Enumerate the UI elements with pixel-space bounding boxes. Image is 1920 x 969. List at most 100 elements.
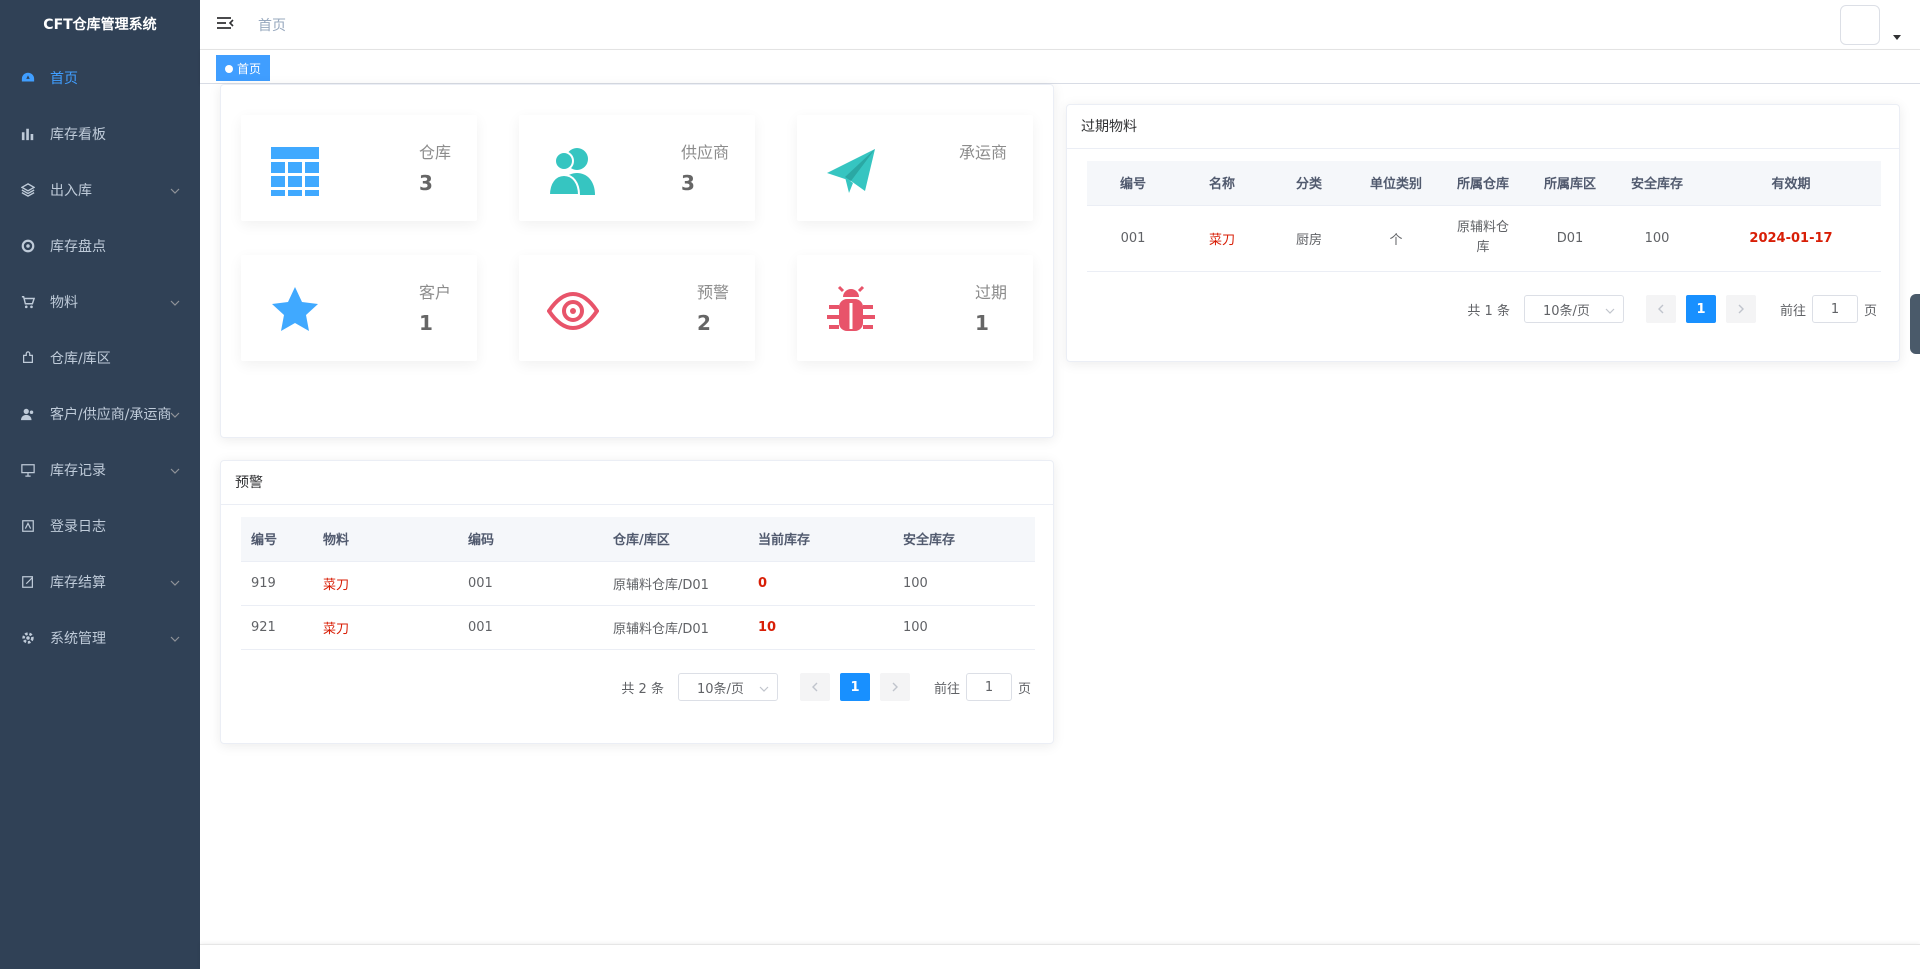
stat-customer[interactable]: 客户 1 xyxy=(241,255,477,361)
avatar[interactable] xyxy=(1840,5,1880,45)
sidebar-item-in-out[interactable]: 出入库 xyxy=(0,162,200,218)
sidebar-item-label: 库存看板 xyxy=(50,127,106,143)
people-icon xyxy=(547,145,599,197)
column-header[interactable]: 所属仓库 xyxy=(1439,161,1527,206)
column-header[interactable]: 编号 xyxy=(1087,161,1179,206)
stat-value: 1 xyxy=(418,311,433,335)
next-page-button[interactable] xyxy=(1725,295,1756,323)
sidebar-item-inventory-board[interactable]: 库存看板 xyxy=(0,106,200,162)
bug-icon xyxy=(825,285,877,337)
cell-id: 921 xyxy=(241,605,313,650)
pagination-total: 共 2 条 xyxy=(621,681,664,697)
sidebar-item-settlement[interactable]: 库存结算 xyxy=(0,554,200,610)
sidebar-item-label: 库存记录 xyxy=(50,463,106,479)
card-title: 过期物料 xyxy=(1067,105,1899,149)
star-icon xyxy=(269,285,321,337)
table-row[interactable]: 919 菜刀 001 原辅料仓库/D01 0 100 xyxy=(241,561,1035,606)
prev-page-button[interactable] xyxy=(799,673,830,701)
stat-value: 3 xyxy=(680,171,695,195)
sidebar-item-warehouse[interactable]: 仓库/库区 xyxy=(0,330,200,386)
cell-code: 001 xyxy=(458,605,603,650)
goto-suffix: 页 xyxy=(1863,303,1877,319)
next-page-button[interactable] xyxy=(879,673,910,701)
column-header[interactable]: 物料 xyxy=(313,517,458,562)
caret-down-icon[interactable] xyxy=(1892,30,1902,46)
chevron-down-icon xyxy=(170,464,180,480)
page-size-select[interactable]: 10条/页 xyxy=(677,673,778,701)
sidebar-item-stock-records[interactable]: 库存记录 xyxy=(0,442,200,498)
column-header[interactable]: 名称 xyxy=(1179,161,1265,206)
cell-area: D01 xyxy=(1527,205,1613,272)
current-page-button[interactable]: 1 xyxy=(839,673,870,701)
column-header[interactable]: 有效期 xyxy=(1701,161,1881,206)
cell-id: 919 xyxy=(241,561,313,606)
stat-carrier[interactable]: 承运商 xyxy=(797,115,1033,221)
side-widget-handle[interactable] xyxy=(1910,294,1920,354)
chevron-down-icon xyxy=(170,408,180,424)
warning-pagination: 共 2 条 10条/页 1 前往 页 xyxy=(621,673,1031,701)
column-header[interactable]: 单位类别 xyxy=(1353,161,1439,206)
warning-table: 编号 物料 编码 仓库/库区 当前库存 安全库存 919 菜刀 001 原辅料仓… xyxy=(241,517,1035,650)
page-size-select[interactable]: 10条/页 xyxy=(1523,295,1624,323)
page-size-value: 10条/页 xyxy=(696,681,744,697)
sidebar-item-label: 系统管理 xyxy=(50,631,106,647)
sidebar-item-label: 出入库 xyxy=(50,183,92,199)
stat-supplier[interactable]: 供应商 3 xyxy=(519,115,755,221)
goto-page-input[interactable] xyxy=(965,673,1012,701)
stat-label: 客户 xyxy=(418,283,451,302)
stat-label: 过期 xyxy=(974,283,1007,302)
table-row[interactable]: 921 菜刀 001 原辅料仓库/D01 10 100 xyxy=(241,605,1035,650)
goto-suffix: 页 xyxy=(1017,681,1031,697)
stat-value: 1 xyxy=(974,311,989,335)
table-row[interactable]: 001 菜刀 厨房 个 原辅料仓库 D01 100 2024-01-17 xyxy=(1087,205,1881,272)
eye-icon xyxy=(546,285,600,337)
stat-expired[interactable]: 过期 1 xyxy=(797,255,1033,361)
main-content: 仓库 3 供应商 3 承运商 客户 1 预警 2 过期 1 预警 编号 物料 编… xyxy=(200,84,1920,944)
sidebar-item-partners[interactable]: 客户/供应商/承运商 xyxy=(0,386,200,442)
current-page-button[interactable]: 1 xyxy=(1685,295,1716,323)
sidebar-item-material[interactable]: 物料 xyxy=(0,274,200,330)
chevron-down-icon xyxy=(170,296,180,312)
cell-material: 菜刀 xyxy=(313,561,458,606)
column-header[interactable]: 安全库存 xyxy=(893,517,1035,562)
stat-label: 仓库 xyxy=(418,143,451,162)
gear-icon xyxy=(20,630,36,646)
sidebar-item-system[interactable]: 系统管理 xyxy=(0,610,200,666)
goto-page: 前往 页 xyxy=(934,673,1031,701)
cart-icon xyxy=(20,294,36,310)
column-header[interactable]: 分类 xyxy=(1265,161,1353,206)
tag-home[interactable]: 首页 xyxy=(216,55,271,81)
column-header[interactable]: 所属库区 xyxy=(1527,161,1613,206)
goto-page-input[interactable] xyxy=(1811,295,1858,323)
stat-value: 2 xyxy=(696,311,711,335)
cell-category: 厨房 xyxy=(1265,205,1353,272)
column-header[interactable]: 当前库存 xyxy=(748,517,893,562)
cell-expiry-date: 2024-01-17 xyxy=(1701,205,1881,272)
column-header[interactable]: 编码 xyxy=(458,517,603,562)
puzzle-icon xyxy=(20,350,36,366)
stat-text: 仓库 3 xyxy=(419,139,451,195)
card-title: 预警 xyxy=(221,461,1053,505)
sidebar-item-home[interactable]: 首页 xyxy=(0,50,200,106)
stat-warning[interactable]: 预警 2 xyxy=(519,255,755,361)
log-icon xyxy=(20,518,36,534)
expired-card: 过期物料 编号 名称 分类 单位类别 所属仓库 所属库区 安全库存 有效期 00… xyxy=(1066,104,1900,362)
chevron-down-icon xyxy=(170,632,180,648)
cell-material: 菜刀 xyxy=(313,605,458,650)
prev-page-button[interactable] xyxy=(1645,295,1676,323)
sidebar-item-stocktake[interactable]: 库存盘点 xyxy=(0,218,200,274)
cell-location: 原辅料仓库/D01 xyxy=(603,605,748,650)
hamburger-icon[interactable] xyxy=(216,15,236,35)
bottom-bar xyxy=(200,944,1920,969)
goto-prefix: 前往 xyxy=(933,681,960,697)
column-header[interactable]: 安全库存 xyxy=(1613,161,1701,206)
warning-card: 预警 编号 物料 编码 仓库/库区 当前库存 安全库存 919 菜刀 001 原… xyxy=(220,460,1054,744)
cell-current-stock: 0 xyxy=(748,561,893,606)
column-header[interactable]: 仓库/库区 xyxy=(603,517,748,562)
breadcrumb[interactable]: 首页 xyxy=(258,15,286,35)
app-title: CFT仓库管理系统 xyxy=(43,17,157,33)
stat-warehouse[interactable]: 仓库 3 xyxy=(241,115,477,221)
cell-code: 001 xyxy=(458,561,603,606)
sidebar-item-login-log[interactable]: 登录日志 xyxy=(0,498,200,554)
column-header[interactable]: 编号 xyxy=(241,517,313,562)
